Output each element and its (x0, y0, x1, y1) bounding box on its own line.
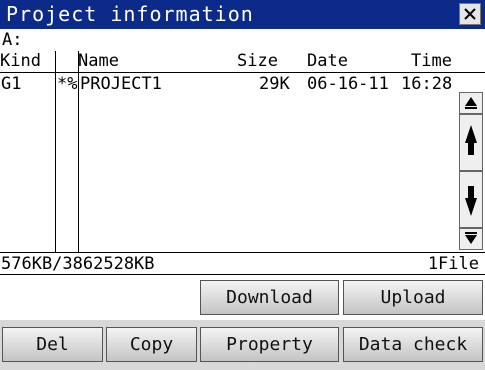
delete-button[interactable]: Del (2, 327, 103, 362)
file-date: 06-16-11 (307, 74, 389, 94)
column-header-kind: Kind (0, 51, 41, 71)
scroll-top-icon (465, 97, 477, 109)
copy-button[interactable]: Copy (106, 327, 197, 362)
column-header-size: Size (237, 51, 278, 71)
scroll-top-button[interactable] (459, 92, 483, 114)
drive-label: A: (2, 30, 23, 50)
close-button[interactable] (459, 3, 481, 25)
property-button[interactable]: Property (200, 327, 339, 362)
page-up-icon (465, 125, 477, 155)
scroll-bottom-button[interactable] (459, 228, 483, 250)
summary-divider (0, 252, 485, 253)
project-information-window: Project information A: Kind Name Size Da… (0, 0, 485, 370)
file-count: 1File (427, 254, 479, 274)
column-header-name: Name (78, 51, 119, 71)
summary-divider (0, 274, 485, 275)
page-up-button[interactable] (459, 114, 483, 171)
window-title: Project information (6, 2, 254, 26)
upload-button[interactable]: Upload (343, 280, 483, 315)
file-flag: *% (57, 74, 78, 94)
column-header-time: Time (411, 51, 452, 71)
file-kind: G1 (1, 74, 22, 94)
download-button[interactable]: Download (200, 280, 339, 315)
column-header-date: Date (307, 51, 348, 71)
file-size: 29K (259, 74, 290, 94)
page-down-icon (465, 186, 477, 216)
header-divider (0, 72, 485, 73)
column-divider (78, 51, 79, 252)
column-divider (55, 51, 56, 252)
memory-usage: 576KB/3862528KB (1, 254, 155, 274)
page-down-button[interactable] (459, 171, 483, 228)
scroll-bottom-icon (465, 232, 477, 244)
data-check-button[interactable]: Data check (343, 327, 483, 362)
close-icon (464, 8, 476, 20)
file-name: PROJECT1 (80, 74, 162, 94)
file-time: 16:28 (401, 74, 453, 94)
title-bar: Project information (0, 0, 485, 29)
